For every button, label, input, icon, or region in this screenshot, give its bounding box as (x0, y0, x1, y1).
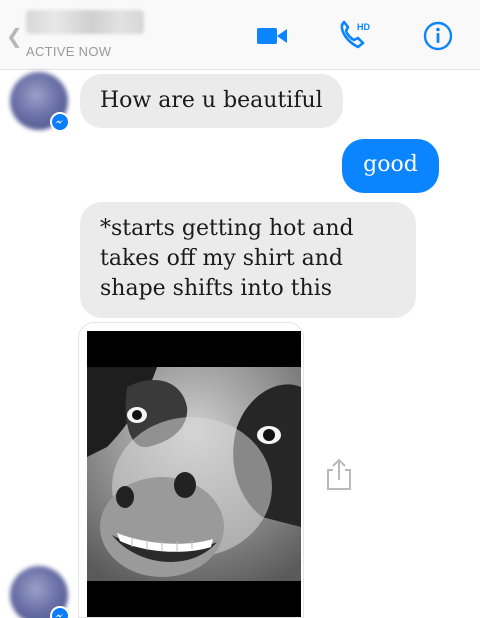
message-line: *starts getting hot and (100, 216, 354, 241)
info-circle-icon[interactable] (420, 19, 456, 53)
messenger-badge-icon (50, 606, 70, 618)
message-line: takes off my shirt and (100, 246, 343, 271)
message-bubble-outgoing[interactable]: good (342, 139, 439, 193)
photo-letterbox-top (87, 331, 301, 367)
message-line: shape shifts into this (100, 276, 333, 301)
chevron-left-icon[interactable]: ❮ (6, 24, 23, 48)
image-attachment[interactable] (78, 322, 304, 618)
cow-photo[interactable] (87, 367, 301, 581)
hd-badge: HD (357, 22, 370, 32)
contact-avatar[interactable] (10, 566, 70, 618)
message-text: How are u beautiful (100, 88, 323, 113)
conversation-header: ❮ ACTIVE NOW HD (0, 0, 480, 70)
message-bubble-incoming[interactable]: How are u beautiful (80, 74, 343, 128)
video-camera-icon[interactable] (254, 19, 290, 53)
contact-name-blurred[interactable] (26, 10, 144, 34)
messenger-badge-icon (50, 112, 70, 132)
phone-hd-icon[interactable]: HD (336, 19, 372, 53)
message-bubble-incoming[interactable]: *starts getting hot and takes off my shi… (80, 202, 416, 318)
photo-letterbox-bottom (87, 581, 301, 617)
share-icon[interactable] (322, 456, 356, 492)
message-text: good (363, 152, 418, 177)
contact-avatar[interactable] (10, 72, 70, 132)
active-status: ACTIVE NOW (26, 44, 112, 59)
